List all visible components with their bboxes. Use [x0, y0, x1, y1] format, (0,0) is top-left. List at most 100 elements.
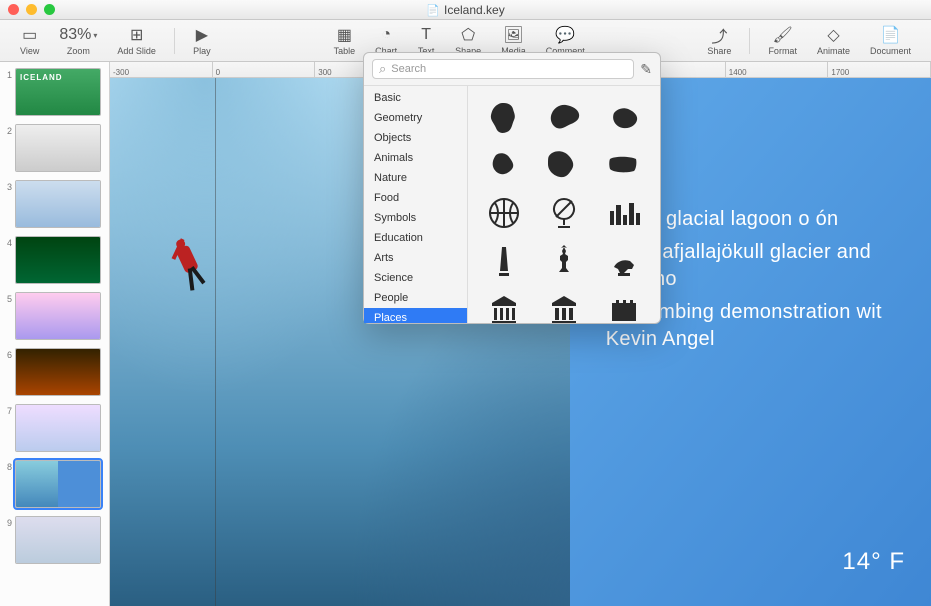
thumbnail-preview[interactable] — [15, 348, 101, 396]
ruler-tick: 0 — [213, 62, 316, 77]
table-label: Table — [334, 46, 356, 56]
city-skyline-icon[interactable] — [606, 195, 642, 234]
category-people[interactable]: People — [364, 288, 467, 308]
ruler-tick: -300 — [110, 62, 213, 77]
table-icon: ▦ — [337, 25, 352, 45]
format-button[interactable]: 🖌 Format — [760, 23, 805, 58]
share-icon: ⤴ — [711, 25, 727, 45]
europe-silhouette-icon[interactable] — [486, 147, 522, 186]
toolbar-separator — [749, 28, 750, 54]
thumbnail-number: 5 — [4, 292, 12, 304]
text-icon: T — [421, 25, 431, 45]
africa-silhouette-icon[interactable] — [486, 99, 522, 138]
obelisk-icon[interactable] — [486, 243, 522, 282]
slide-navigator[interactable]: 1ICELAND 2 3 4 5 6 7 8 9 — [0, 62, 110, 606]
play-icon: ▶ — [196, 25, 208, 45]
slide-thumbnail[interactable]: 3 — [4, 180, 105, 228]
close-window-button[interactable] — [8, 4, 19, 15]
category-education[interactable]: Education — [364, 228, 467, 248]
format-label: Format — [768, 46, 797, 56]
globe-stand-icon[interactable] — [546, 195, 582, 234]
play-button[interactable]: ▶ Play — [185, 23, 219, 58]
share-button[interactable]: ⤴ Share — [699, 23, 739, 58]
document-button[interactable]: 📄 Document — [862, 23, 919, 58]
zoom-value: 83% — [59, 25, 97, 45]
category-objects[interactable]: Objects — [364, 128, 467, 148]
rope — [215, 78, 216, 606]
table-button[interactable]: ▦ Table — [326, 23, 364, 58]
window-titlebar: Iceland.key — [0, 0, 931, 20]
animate-button[interactable]: ◇ Animate — [809, 23, 858, 58]
window-controls — [8, 4, 55, 15]
minimize-window-button[interactable] — [26, 4, 37, 15]
chart-icon: ◔ — [381, 25, 391, 45]
usa-silhouette-icon[interactable] — [606, 147, 642, 186]
shape-icon: ⬠ — [461, 25, 475, 45]
thumbnail-preview[interactable] — [15, 292, 101, 340]
slide-thumbnail[interactable]: 1ICELAND — [4, 68, 105, 116]
add-slide-button[interactable]: ⊞ Add Slide — [109, 23, 164, 58]
fullscreen-window-button[interactable] — [44, 4, 55, 15]
slide-thumbnail[interactable]: 9 — [4, 516, 105, 564]
slide-thumbnail[interactable]: 5 — [4, 292, 105, 340]
category-places[interactable]: Places — [364, 308, 467, 323]
thumbnail-preview[interactable] — [15, 236, 101, 284]
statue-liberty-icon[interactable] — [546, 243, 582, 282]
equestrian-statue-icon[interactable] — [606, 243, 642, 282]
thumbnail-preview[interactable]: ICELAND — [15, 68, 101, 116]
globe-grid-icon[interactable] — [486, 195, 522, 234]
slide-thumbnail[interactable]: 6 — [4, 348, 105, 396]
shapes-popover: Search ✎ BasicGeometryObjectsAnimalsNatu… — [363, 52, 661, 324]
zoom-label: Zoom — [67, 46, 90, 56]
document-label: Document — [870, 46, 911, 56]
zoom-button[interactable]: 83% Zoom — [51, 23, 105, 58]
shapes-search-input[interactable]: Search — [372, 59, 634, 79]
view-label: View — [20, 46, 39, 56]
thumbnail-number: 1 — [4, 68, 12, 80]
slide-thumbnail[interactable]: 8 — [4, 460, 105, 508]
ruler-tick: 1400 — [726, 62, 829, 77]
document-icon: 📄 — [881, 25, 901, 45]
animate-icon: ◇ — [827, 25, 839, 45]
slide-thumbnail[interactable]: 2 — [4, 124, 105, 172]
thumbnail-number: 7 — [4, 404, 12, 416]
search-placeholder: Search — [391, 63, 426, 75]
shape-category-list[interactable]: BasicGeometryObjectsAnimalsNatureFoodSym… — [364, 86, 468, 323]
view-icon: ▭ — [22, 25, 37, 45]
format-icon: 🖌 — [773, 25, 793, 45]
thumbnail-preview[interactable] — [15, 516, 101, 564]
category-nature[interactable]: Nature — [364, 168, 467, 188]
thumbnail-number: 6 — [4, 348, 12, 360]
shape-grid[interactable] — [468, 86, 660, 323]
category-basic[interactable]: Basic — [364, 88, 467, 108]
comment-icon: 💬 — [555, 25, 575, 45]
bank-columns-icon[interactable] — [546, 291, 582, 324]
thumbnail-preview[interactable] — [15, 404, 101, 452]
temperature-text[interactable]: 14° F — [842, 548, 905, 576]
view-button[interactable]: ▭ View — [12, 23, 47, 58]
thumbnail-preview[interactable] — [15, 124, 101, 172]
category-science[interactable]: Science — [364, 268, 467, 288]
category-arts[interactable]: Arts — [364, 248, 467, 268]
ruler-tick: 1700 — [828, 62, 931, 77]
slide-thumbnail[interactable]: 7 — [4, 404, 105, 452]
media-icon: 🖼 — [503, 25, 523, 45]
animate-label: Animate — [817, 46, 850, 56]
north-america-silhouette-icon[interactable] — [546, 147, 582, 186]
building-columns-icon[interactable] — [486, 291, 522, 324]
australia-silhouette-icon[interactable] — [606, 99, 642, 138]
slide-thumbnail[interactable]: 4 — [4, 236, 105, 284]
pen-tool-icon[interactable]: ✎ — [640, 61, 652, 78]
category-animals[interactable]: Animals — [364, 148, 467, 168]
popover-search-row: Search ✎ — [364, 53, 660, 86]
thumbnail-preview[interactable] — [15, 180, 101, 228]
thumbnail-number: 9 — [4, 516, 12, 528]
document-title: Iceland.key — [426, 3, 504, 17]
category-food[interactable]: Food — [364, 188, 467, 208]
castle-icon[interactable] — [606, 291, 642, 324]
thumbnail-preview[interactable] — [15, 460, 101, 508]
category-geometry[interactable]: Geometry — [364, 108, 467, 128]
add-slide-icon: ⊞ — [130, 25, 143, 45]
asia-silhouette-icon[interactable] — [546, 99, 582, 138]
category-symbols[interactable]: Symbols — [364, 208, 467, 228]
